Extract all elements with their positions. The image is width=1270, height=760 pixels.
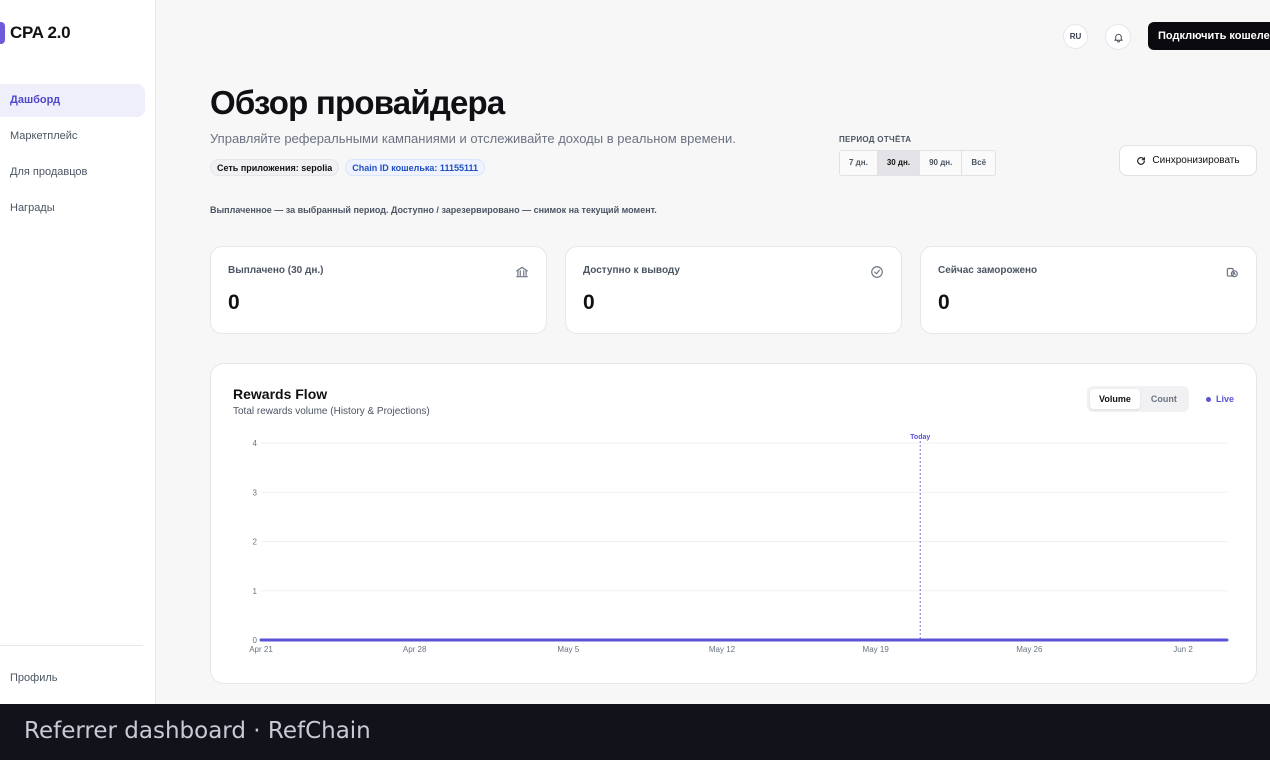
network-chip: Сеть приложения: sepolia	[210, 159, 340, 176]
stat-value: 0	[938, 291, 950, 314]
y-tick-label: 0	[253, 636, 258, 645]
chain-id-chip: Chain ID кошелька: 11155111	[345, 159, 485, 176]
sidebar-item-marketplace[interactable]: Маркетплейс	[0, 120, 145, 153]
frozen-coins-icon	[1226, 267, 1238, 278]
logo-mark	[0, 22, 5, 44]
sidebar-item-profile[interactable]: Профиль	[10, 672, 58, 684]
today-marker-label: Today	[910, 434, 930, 441]
sidebar-divider	[0, 645, 143, 646]
stat-value: 0	[583, 291, 595, 314]
stat-label: Сейчас заморожено	[938, 265, 1038, 276]
rewards-flow-chart-card: Rewards Flow Total rewards volume (Histo…	[210, 363, 1257, 684]
y-tick-label: 1	[253, 587, 258, 596]
check-circle-icon	[871, 266, 883, 278]
period-selector: 7 дн. 30 дн. 90 дн. Всё	[839, 150, 997, 176]
network-chips: Сеть приложения: sepolia Chain ID кошель…	[210, 159, 485, 176]
stat-label: Выплачено (30 дн.)	[228, 265, 324, 276]
x-tick-label: May 12	[709, 645, 736, 654]
period-7d-button[interactable]: 7 дн.	[840, 151, 878, 175]
stat-card-frozen: Сейчас заморожено 0	[920, 246, 1257, 334]
period-all-button[interactable]: Всё	[962, 151, 995, 175]
sidebar-item-dashboard[interactable]: Дашборд	[0, 84, 145, 117]
period-note: Выплаченное — за выбранный период. Досту…	[210, 205, 657, 215]
connect-wallet-button[interactable]: Подключить кошелек	[1148, 22, 1270, 50]
logo-text: CPA 2.0	[10, 23, 71, 42]
period-90d-button[interactable]: 90 дн.	[920, 151, 963, 175]
x-tick-label: Apr 21	[249, 645, 273, 654]
window-caption: Referrer dashboard · RefChain	[24, 718, 371, 744]
topbar: RU Подключить кошелек	[157, 22, 1270, 50]
bell-icon	[1113, 33, 1123, 43]
page-title: Обзор провайдера	[210, 84, 505, 121]
sidebar-nav: Дашборд Маркетплейс Для продавцов Наград…	[0, 84, 145, 228]
x-tick-label: Jun 2	[1173, 645, 1193, 654]
x-tick-label: May 19	[863, 645, 890, 654]
stat-value: 0	[228, 291, 240, 314]
app-window: CPA 2.0 Дашборд Маркетплейс Для продавцо…	[0, 0, 1270, 704]
window-caption-bar: Referrer dashboard · RefChain	[0, 704, 1270, 760]
notifications-button[interactable]	[1105, 24, 1131, 50]
x-tick-label: May 5	[557, 645, 579, 654]
page-subtitle: Управляйте реферальными кампаниями и отс…	[210, 131, 736, 146]
refresh-icon	[1137, 156, 1146, 165]
main-content: RU Подключить кошелек Обзор провайдера У…	[157, 0, 1270, 704]
y-tick-label: 2	[253, 538, 258, 547]
sync-button[interactable]: Синхронизировать	[1119, 145, 1257, 176]
sidebar-item-sellers[interactable]: Для продавцов	[0, 156, 145, 189]
stat-label: Доступно к выводу	[583, 265, 680, 276]
logo[interactable]: CPA 2.0	[0, 22, 71, 44]
rewards-flow-chart: 0 1 2 3 4 Apr 21 Apr 28 May 5 May 12 May 19 May 26…	[249, 434, 1229, 654]
stat-card-paid: Выплачено (30 дн.) 0	[210, 246, 547, 334]
bank-icon	[516, 266, 528, 278]
x-tick-label: Apr 28	[403, 645, 427, 654]
y-tick-label: 4	[253, 439, 258, 448]
y-tick-label: 3	[253, 488, 258, 497]
sidebar: CPA 2.0 Дашборд Маркетплейс Для продавцо…	[0, 0, 156, 704]
language-button[interactable]: RU	[1063, 24, 1088, 49]
period-30d-button[interactable]: 30 дн.	[877, 151, 921, 175]
stat-card-available: Доступно к выводу 0	[565, 246, 902, 334]
stat-cards: Выплачено (30 дн.) 0 Доступно к выводу 0…	[210, 246, 1257, 334]
x-tick-label: May 26	[1016, 645, 1043, 654]
sync-label: Синхронизировать	[1152, 155, 1240, 166]
period-label: ПЕРИОД ОТЧЁТА	[839, 135, 912, 144]
sidebar-item-rewards[interactable]: Награды	[0, 192, 145, 225]
